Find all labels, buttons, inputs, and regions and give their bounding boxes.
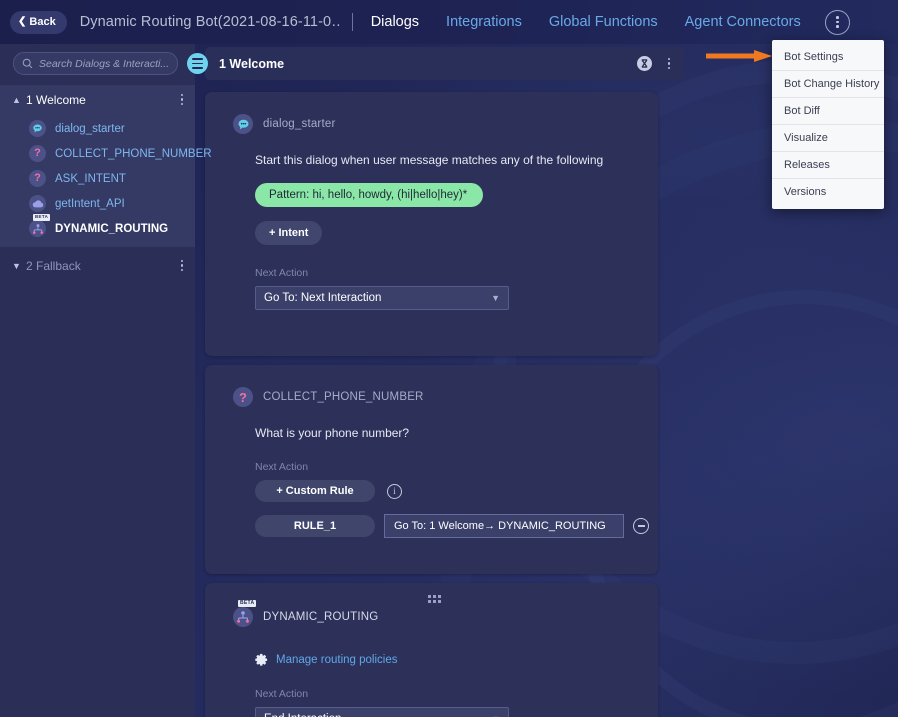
back-button-label: Back xyxy=(29,16,56,28)
back-button[interactable]: ❮ Back xyxy=(10,10,67,34)
sidebar-item-label: COLLECT_PHONE_NUMBER xyxy=(55,147,212,160)
menu-item-visualize[interactable]: Visualize xyxy=(772,125,884,153)
panel-more-icon[interactable] xyxy=(666,55,672,72)
pattern-pill[interactable]: Pattern: hi, hello, howdy, (hi|hello|hey… xyxy=(255,183,484,207)
add-intent-button[interactable]: + Intent xyxy=(255,221,323,245)
page-title: 1 Welcome xyxy=(219,56,285,71)
hamburger-icon[interactable] xyxy=(187,53,209,74)
next-action-select[interactable]: End Interaction ▼ xyxy=(255,707,509,717)
sidebar-group-items: dialog_starter ? COLLECT_PHONE_NUMBER ? … xyxy=(0,114,212,247)
card-collect-phone-number: ? COLLECT_PHONE_NUMBER What is your phon… xyxy=(205,365,658,574)
search-placeholder: Search Dialogs & Interacti... xyxy=(39,57,170,70)
menu-item-bot-settings[interactable]: Bot Settings xyxy=(772,44,884,72)
nav-links: Dialogs Integrations Global Functions Ag… xyxy=(371,14,801,30)
next-action-value: End Interaction xyxy=(264,713,491,717)
cloud-icon xyxy=(29,195,46,212)
manage-routing-policies-label: Manage routing policies xyxy=(276,653,398,666)
menu-item-releases[interactable]: Releases xyxy=(772,152,884,180)
bot-options-menu: Bot Settings Bot Change History Bot Diff… xyxy=(772,40,884,209)
question-mark-icon: ? xyxy=(233,387,253,407)
bot-title: Dynamic Routing Bot(2021-08-16-11-0… xyxy=(79,14,340,30)
sidebar-item-collect-phone-number[interactable]: ? COLLECT_PHONE_NUMBER xyxy=(0,141,212,166)
hourglass-icon[interactable] xyxy=(636,56,652,71)
rule-name-chip[interactable]: RULE_1 xyxy=(255,515,375,537)
menu-item-bot-diff[interactable]: Bot Diff xyxy=(772,98,884,126)
routing-icon: BETA xyxy=(233,600,257,627)
info-icon[interactable]: i xyxy=(387,483,402,499)
search-icon xyxy=(22,58,33,69)
question-mark-icon: ? xyxy=(29,170,46,187)
sidebar-item-label: dialog_starter xyxy=(55,122,125,135)
next-action-label: Next Action xyxy=(255,461,309,473)
tab-dialogs[interactable]: Dialogs xyxy=(371,14,419,30)
app-root: ❮ Back Dynamic Routing Bot(2021-08-16-11… xyxy=(0,0,898,717)
chat-bubble-icon xyxy=(233,114,253,134)
sidebar-group-title: 2 Fallback xyxy=(26,258,81,273)
card-dialog-starter: dialog_starter Start this dialog when us… xyxy=(205,92,658,356)
menu-item-versions[interactable]: Versions xyxy=(772,179,884,205)
next-action-value: Go To: Next Interaction xyxy=(264,292,382,304)
next-action-label: Next Action xyxy=(255,688,309,700)
next-action-label: Next Action xyxy=(255,267,309,279)
card-dynamic-routing: BETA DYNAMIC_ROUTING Manage routing poli… xyxy=(205,583,658,717)
sidebar-group-header-fallback[interactable]: ▼ 2 Fallback xyxy=(0,251,195,280)
sidebar-item-label: DYNAMIC_ROUTING xyxy=(55,222,169,235)
beta-badge: BETA xyxy=(33,214,51,221)
sidebar-group-title: 1 Welcome xyxy=(26,92,86,107)
chevron-down-icon: ▼ xyxy=(12,260,21,271)
card-header: ? COLLECT_PHONE_NUMBER xyxy=(205,365,658,407)
card-description: Start this dialog when user message matc… xyxy=(255,153,604,167)
dialog-panel-header: 1 Welcome xyxy=(205,47,684,80)
card-title: DYNAMIC_ROUTING xyxy=(263,611,379,623)
title-divider xyxy=(351,13,353,31)
minus-circle-icon[interactable] xyxy=(633,518,649,534)
more-vertical-icon[interactable] xyxy=(824,9,850,35)
sidebar-group-menu-icon[interactable] xyxy=(179,257,185,274)
sidebar-item-dynamic-routing[interactable]: BETA DYNAMIC_ROUTING xyxy=(0,214,195,241)
question-mark-icon: ? xyxy=(29,145,46,162)
sidebar-item-dialog-starter[interactable]: dialog_starter xyxy=(0,116,195,141)
sidebar-item-ask-intent[interactable]: ? ASK_INTENT xyxy=(0,166,195,191)
menu-item-bot-change-history[interactable]: Bot Change History xyxy=(772,71,884,99)
card-header: BETA DYNAMIC_ROUTING xyxy=(205,583,658,627)
rule-target-value[interactable]: Go To: 1 Welcome→ DYNAMIC_ROUTING xyxy=(384,514,624,538)
gear-icon xyxy=(255,653,268,666)
tab-integrations[interactable]: Integrations xyxy=(446,14,522,30)
sidebar-search-row: Search Dialogs & Interacti... xyxy=(0,44,209,83)
card-title: dialog_starter xyxy=(263,118,336,130)
top-bar: ❮ Back Dynamic Routing Bot(2021-08-16-11… xyxy=(0,0,898,44)
chevron-up-icon: ▲ xyxy=(12,94,21,105)
sidebar-group-welcome: ▲ 1 Welcome dialog_starter ? COLLECT_PHO… xyxy=(0,85,212,247)
sidebar-item-label: getIntent_API xyxy=(55,197,125,210)
card-title: COLLECT_PHONE_NUMBER xyxy=(263,391,424,403)
sidebar-item-getintent-api[interactable]: getIntent_API xyxy=(0,191,195,216)
routing-icon: BETA xyxy=(29,214,51,237)
drag-handle-icon[interactable] xyxy=(428,595,441,603)
tab-agent-connectors[interactable]: Agent Connectors xyxy=(685,14,801,30)
sidebar: Search Dialogs & Interacti... ▲ 1 Welcom… xyxy=(0,44,212,717)
search-input[interactable]: Search Dialogs & Interacti... xyxy=(13,52,179,75)
next-action-select[interactable]: Go To: Next Interaction ▼ xyxy=(255,286,509,310)
beta-badge: BETA xyxy=(238,600,257,607)
card-header: dialog_starter xyxy=(205,92,658,134)
chevron-down-icon: ▼ xyxy=(491,293,500,303)
sidebar-item-label: ASK_INTENT xyxy=(55,172,126,185)
manage-routing-policies-link[interactable]: Manage routing policies xyxy=(205,653,658,666)
chat-bubble-icon xyxy=(29,120,46,137)
chevron-left-icon: ❮ xyxy=(18,16,27,27)
sidebar-group-header-welcome[interactable]: ▲ 1 Welcome xyxy=(0,85,195,114)
card-prompt: What is your phone number? xyxy=(255,426,410,440)
add-custom-rule-button[interactable]: + Custom Rule xyxy=(255,480,375,502)
sidebar-group-menu-icon[interactable] xyxy=(179,91,185,108)
tab-global-functions[interactable]: Global Functions xyxy=(549,14,658,30)
